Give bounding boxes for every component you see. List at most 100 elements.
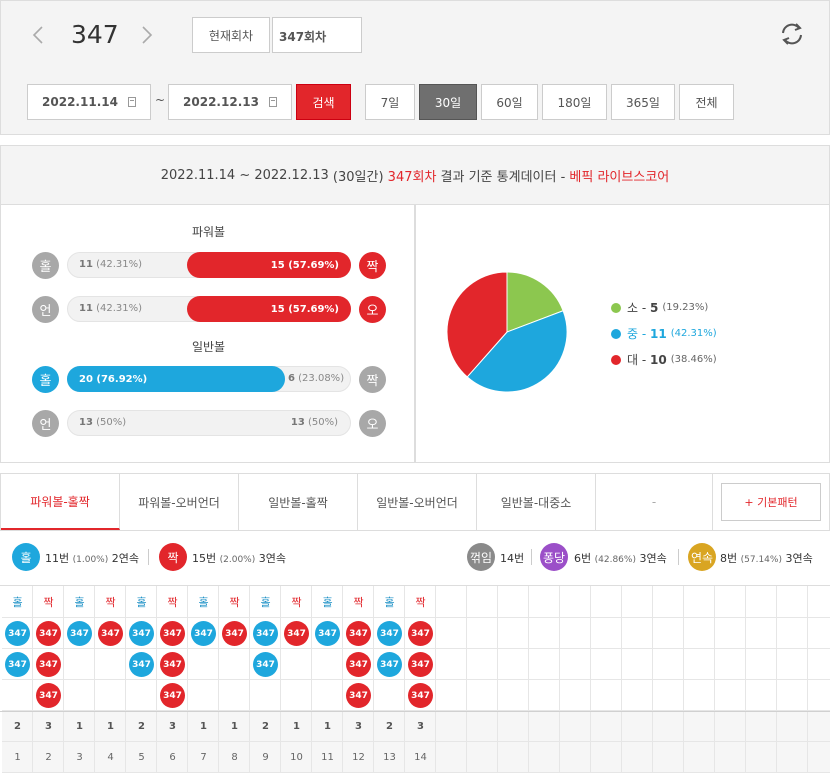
result-ball[interactable]: 347 [98,621,123,646]
period-7-button[interactable]: 7일 [365,84,415,120]
grid-cell [715,742,746,773]
current-round-button[interactable]: 현재회차 [192,17,270,53]
period-180-button[interactable]: 180일 [542,84,607,120]
top-panel: 347 현재회차 347회차 2022.11.14 ~ 2022.12.13 검… [0,0,830,135]
grid-cell [188,680,219,711]
result-ball[interactable]: 347 [36,621,61,646]
tab-powerball-odd-even[interactable]: 파워볼-홀짝 [1,474,120,530]
normalball-title: 일반볼 [191,340,226,354]
result-ball[interactable]: 347 [129,652,154,677]
round-input[interactable]: 347회차 [272,17,362,53]
result-ball[interactable]: 347 [315,621,340,646]
grid-cell [591,586,622,618]
pb-odd-value: 11 (42.31%) [79,259,143,270]
prev-round-arrow-icon[interactable] [28,23,48,47]
date-range-tilde: ~ [155,93,166,107]
grid-cell [467,649,498,680]
period-60-button[interactable]: 60일 [481,84,538,120]
result-ball[interactable]: 347 [408,621,433,646]
nb-even-badge: 짝 [359,366,386,393]
grid-cell [808,586,830,618]
grid-cell [622,742,653,773]
grid-cell [777,618,808,649]
result-ball[interactable]: 347 [346,652,371,677]
result-ball[interactable]: 347 [222,621,247,646]
column-index: 14 [414,752,427,763]
tab-normalball-odd-even[interactable]: 일반볼-홀짝 [239,474,358,530]
grid-cell [498,742,529,773]
period-30-button[interactable]: 30일 [419,84,477,120]
refresh-icon[interactable] [778,20,806,48]
grid-cell [653,649,684,680]
result-ball[interactable]: 347 [5,621,30,646]
app: 347 현재회차 347회차 2022.11.14 ~ 2022.12.13 검… [0,0,830,774]
grid-cell [777,586,808,618]
grid-cell [715,711,746,742]
grid-cell [653,618,684,649]
date-to-field[interactable]: 2022.12.13 [168,84,292,120]
nb-under-badge: 언 [32,410,59,437]
result-ball[interactable]: 347 [5,652,30,677]
result-ball[interactable]: 347 [160,652,185,677]
column-head: 짝 [353,596,364,609]
result-ball[interactable]: 347 [377,621,402,646]
period-all-button[interactable]: 전체 [679,84,734,120]
grid-cell [467,711,498,742]
result-ball[interactable]: 347 [346,621,371,646]
size-pie-chart [446,271,568,393]
pb-over-badge: 오 [359,296,386,323]
grid-cell [188,649,219,680]
grid-cell [653,711,684,742]
header-range: 2022.11.14 ~ 2022.12.13 [160,167,329,183]
result-ball[interactable]: 347 [377,652,402,677]
result-ball[interactable]: 347 [191,621,216,646]
result-ball[interactable]: 347 [36,683,61,708]
result-ball[interactable]: 347 [346,683,371,708]
result-ball[interactable]: 347 [253,652,278,677]
result-ball[interactable]: 347 [160,621,185,646]
grid-cell [777,649,808,680]
result-ball[interactable]: 347 [129,621,154,646]
summary-bounce-badge: 퐁당 [540,543,568,571]
result-ball[interactable]: 347 [253,621,278,646]
tab-normalball-size[interactable]: 일반볼-대중소 [477,474,596,530]
legend-dot-small [611,302,621,313]
next-round-arrow-icon[interactable] [137,23,157,47]
column-index: 12 [352,752,365,763]
grid-cell [436,680,467,711]
grid-cell [653,680,684,711]
basic-pattern-button[interactable]: + 기본패턴 [721,483,821,521]
tab-normalball-over-under[interactable]: 일반볼-오버언더 [358,474,477,530]
column-index: 3 [76,752,83,763]
grid-cell [808,680,830,711]
grid-cell [529,711,560,742]
grid-cell [560,742,591,773]
grid-cell [436,618,467,649]
column-count: 3 [417,721,424,732]
tab-placeholder: - [596,474,713,530]
tab-powerball-over-under[interactable]: 파워볼-오버언더 [120,474,239,530]
column-index: 4 [107,752,114,763]
grid-cell [777,711,808,742]
column-count: 2 [386,721,393,732]
grid-cell [591,742,622,773]
period-365-button[interactable]: 365일 [611,84,675,120]
result-ball[interactable]: 347 [408,683,433,708]
grid-cell [467,618,498,649]
result-ball[interactable]: 347 [284,621,309,646]
result-ball[interactable]: 347 [408,652,433,677]
result-ball[interactable]: 347 [67,621,92,646]
result-ball[interactable]: 347 [160,683,185,708]
grid-cell [219,649,250,680]
nb-even-value: 6 (23.08%) [288,373,345,384]
search-button[interactable]: 검색 [296,84,351,120]
date-from-field[interactable]: 2022.11.14 [27,84,151,120]
header-days: (30일간) [332,169,384,185]
grid-cell [715,680,746,711]
calendar-icon [268,97,277,107]
result-ball[interactable]: 347 [36,652,61,677]
grid-cell [250,680,281,711]
summary-odd-badge: 홀 [12,543,40,571]
column-count: 1 [107,721,114,732]
column-count: 1 [231,721,238,732]
